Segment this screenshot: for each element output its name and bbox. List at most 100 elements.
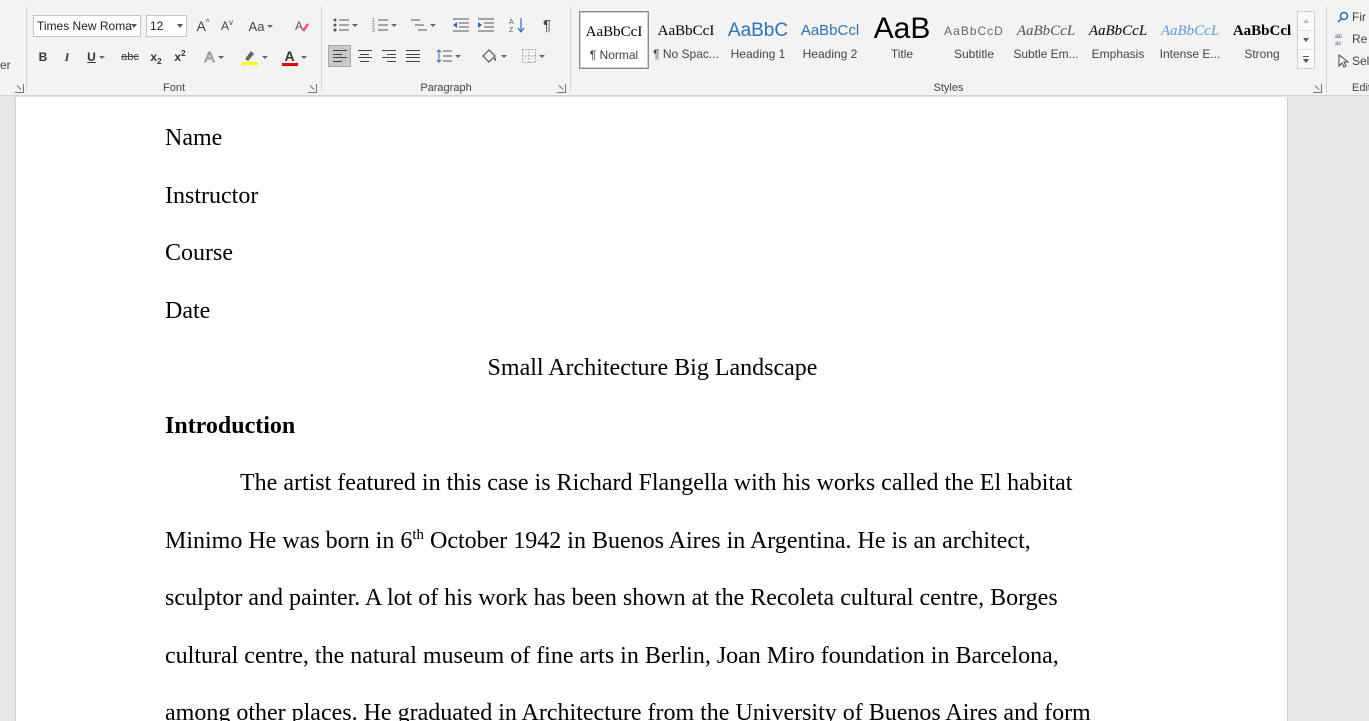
replace-icon: abac: [1335, 34, 1342, 46]
superscript-icon: x: [174, 50, 182, 64]
find-button[interactable]: Fir: [1337, 8, 1369, 26]
style-name: Subtitle: [953, 47, 995, 61]
highlighter-icon: [241, 51, 258, 65]
bullets-button[interactable]: [328, 14, 362, 36]
font-color-swatch: [281, 62, 298, 66]
style-name: Intense E...: [1159, 47, 1221, 61]
borders-button[interactable]: [516, 45, 550, 67]
clipboard-fragment-label[interactable]: er: [0, 58, 11, 72]
italic-icon: I: [64, 49, 70, 64]
grow-font-button[interactable]: A ^: [192, 15, 214, 37]
align-left-button[interactable]: [328, 45, 351, 67]
numbering-button[interactable]: 123: [367, 14, 401, 36]
font-size-combo[interactable]: 12: [146, 15, 187, 37]
paragraph-line: sculptor and painter. A lot of his work …: [165, 585, 1058, 611]
paragraph-group-label: Paragraph: [420, 82, 472, 94]
clear-formatting-button[interactable]: A: [290, 15, 314, 37]
align-center-button[interactable]: [353, 45, 376, 67]
replace-button[interactable]: ab ac Re: [1335, 30, 1369, 48]
style-heading-2[interactable]: AaBbCcl Heading 2: [795, 11, 865, 69]
sort-button[interactable]: AZ: [506, 14, 528, 36]
gallery-scroll-down[interactable]: [1298, 31, 1314, 50]
name-line: Name: [165, 125, 223, 151]
shrink-font-button[interactable]: Av: [216, 15, 238, 37]
font-color-icon: A: [284, 47, 295, 64]
editing-group-label: Edit: [1352, 82, 1369, 94]
font-launcher-icon[interactable]: [308, 84, 317, 93]
align-left-icon: [332, 50, 347, 62]
svg-text:ac: ac: [1335, 41, 1341, 46]
subscript-button[interactable]: x2: [145, 46, 167, 68]
chevron-down-icon: [1303, 59, 1309, 63]
paragraph-line: cultural centre, the natural museum of f…: [165, 643, 1059, 669]
show-formatting-marks-button[interactable]: ¶: [536, 14, 558, 36]
chevron-down-icon: [1303, 38, 1309, 42]
bold-icon: B: [38, 50, 48, 64]
font-color-button[interactable]: A: [277, 46, 311, 68]
paragraph-launcher-icon[interactable]: [557, 84, 566, 93]
grow-font-icon: A: [196, 18, 206, 34]
style-normal[interactable]: AaBbCcI ¶ Normal: [579, 11, 649, 69]
increase-indent-icon: [478, 18, 494, 32]
style-preview: AaBbCcL: [1016, 23, 1076, 39]
style-intense-emphasis[interactable]: AaBbCcL Intense E...: [1155, 11, 1225, 69]
clear-formatting-icon: A: [295, 19, 309, 33]
style-heading-1[interactable]: AaBbC Heading 1: [723, 11, 793, 69]
justify-button[interactable]: [401, 45, 424, 67]
highlight-button[interactable]: [237, 46, 271, 68]
select-button[interactable]: Sel: [1337, 52, 1369, 70]
align-right-button[interactable]: [377, 45, 400, 67]
gallery-more[interactable]: [1298, 50, 1314, 69]
bold-button[interactable]: B: [33, 46, 53, 68]
ribbon: er Times New Roma 12 A ^ Av Aa A B I U a…: [0, 0, 1369, 96]
numbered-list-icon: 123: [372, 18, 388, 32]
document-area: Name Instructor Course Date Small Archit…: [0, 97, 1369, 721]
subscript-icon: x: [150, 50, 158, 64]
font-name-value: Times New Roma: [37, 19, 132, 33]
font-size-value: 12: [150, 19, 164, 33]
style-subtitle[interactable]: AaBbCcD Subtitle: [939, 11, 1009, 69]
italic-button[interactable]: I: [57, 46, 77, 68]
style-no-spacing[interactable]: AaBbCcI ¶ No Spac...: [651, 11, 721, 69]
multilevel-list-icon: [410, 19, 427, 31]
style-name: Strong: [1244, 47, 1280, 61]
clipboard-launcher-icon[interactable]: [15, 84, 24, 93]
section-heading: Introduction: [165, 413, 296, 439]
style-strong[interactable]: AaBbCcl Strong: [1227, 11, 1297, 69]
line-spacing-button[interactable]: [432, 45, 464, 67]
style-name: ¶ Normal: [589, 48, 639, 62]
bullet-list-icon: [333, 18, 349, 32]
underline-button[interactable]: U: [81, 46, 111, 68]
chevron-down-icon: [177, 24, 183, 28]
style-name: Heading 1: [730, 47, 786, 61]
pilcrow-icon: ¶: [542, 16, 552, 34]
multilevel-list-button[interactable]: [406, 14, 440, 36]
styles-launcher-icon[interactable]: [1313, 84, 1322, 93]
font-name-combo[interactable]: Times New Roma: [33, 15, 141, 37]
ordinal-suffix: th: [412, 527, 424, 543]
style-preview: AaBbCcI: [657, 23, 715, 39]
style-preview: AaBbCcl: [1232, 23, 1292, 39]
borders-icon: [521, 49, 536, 63]
decrease-indent-button[interactable]: [450, 14, 472, 36]
style-preview: AaB: [873, 12, 931, 45]
style-title[interactable]: AaB Title: [867, 11, 937, 69]
decrease-indent-icon: [453, 18, 469, 32]
style-subtle-emphasis[interactable]: AaBbCcL Subtle Em...: [1011, 11, 1081, 69]
change-case-button[interactable]: Aa: [245, 15, 277, 37]
change-case-icon: Aa: [248, 18, 265, 34]
style-preview: AaBbCcL: [1088, 23, 1148, 39]
increase-indent-button[interactable]: [475, 14, 497, 36]
justify-icon: [405, 50, 420, 62]
select-label: Sel: [1352, 54, 1369, 68]
document-page[interactable]: Name Instructor Course Date Small Archit…: [15, 97, 1288, 721]
text-effects-button[interactable]: A: [199, 46, 229, 68]
gallery-scroll-up[interactable]: [1298, 12, 1314, 31]
strikethrough-button[interactable]: abc: [119, 46, 141, 68]
strikethrough-icon: abc: [121, 51, 139, 63]
style-emphasis[interactable]: AaBbCcL Emphasis: [1083, 11, 1153, 69]
shading-button[interactable]: [476, 45, 510, 67]
superscript-button[interactable]: x2: [169, 46, 191, 68]
cursor-icon: [1338, 54, 1349, 68]
paragraph-line: The artist featured in this case is Rich…: [240, 470, 1073, 496]
